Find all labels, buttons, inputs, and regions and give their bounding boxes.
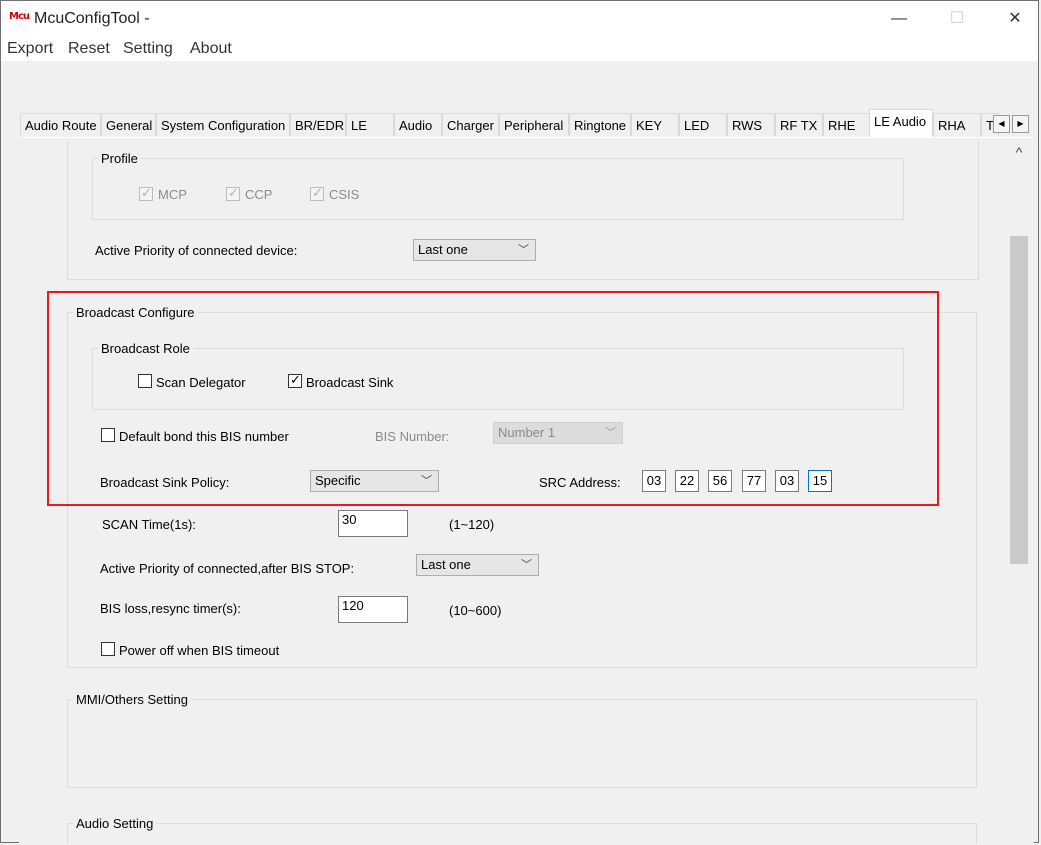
scrollbar-thumb[interactable] xyxy=(1010,236,1028,564)
tab-led[interactable]: LED xyxy=(679,113,727,136)
ccp-label: CCP xyxy=(245,187,273,202)
ccp-checkbox[interactable]: ✓ xyxy=(226,185,240,201)
mcp-checkbox[interactable]: ✓ xyxy=(139,185,153,201)
minimize-button[interactable]: — xyxy=(876,5,922,33)
csis-checkbox[interactable]: ✓ xyxy=(310,185,324,201)
app-logo-icon: Mcu xyxy=(9,11,30,22)
bis-loss-label: BIS loss,resync timer(s): xyxy=(100,601,241,616)
profile-label: Profile xyxy=(98,151,141,166)
chevron-down-icon: ﹀ xyxy=(521,559,532,571)
active-priority-bis-label: Active Priority of connected,after BIS S… xyxy=(100,561,355,576)
menu-reset[interactable]: Reset xyxy=(68,40,110,58)
active-priority-value: Last one xyxy=(418,242,468,257)
bis-loss-input[interactable]: 120 xyxy=(338,596,408,623)
tab-general[interactable]: General xyxy=(101,113,156,136)
active-priority-bis-select[interactable]: Last one ﹀ xyxy=(416,554,539,576)
power-off-checkbox[interactable] xyxy=(101,642,115,656)
menu-export[interactable]: Export xyxy=(7,40,53,58)
title-bar: Mcu McuConfigTool - — ☐ ✕ xyxy=(1,1,1038,37)
highlight-rectangle xyxy=(47,291,939,506)
scan-time-label: SCAN Time(1s): xyxy=(102,517,196,532)
tab-scroll-right-icon[interactable]: ▶ xyxy=(1012,115,1029,133)
active-priority-label: Active Priority of connected device: xyxy=(95,243,298,258)
power-off-label: Power off when BIS timeout xyxy=(119,643,280,658)
tab-system-configuration[interactable]: System Configuration xyxy=(156,113,290,136)
active-priority-bis-value: Last one xyxy=(421,557,471,572)
tab-le-audio[interactable]: LE Audio xyxy=(869,109,933,137)
tab-peripheral[interactable]: Peripheral xyxy=(499,113,569,136)
chevron-down-icon: ﹀ xyxy=(518,244,529,256)
scan-time-input[interactable]: 30 xyxy=(338,510,408,537)
mmi-others-label: MMI/Others Setting xyxy=(73,692,191,707)
tab-key[interactable]: KEY xyxy=(631,113,679,136)
mmi-others-group xyxy=(67,699,977,788)
window-title: McuConfigTool - xyxy=(34,10,150,27)
profile-group xyxy=(92,158,904,220)
scan-time-range: (1~120) xyxy=(449,517,495,532)
menu-bar: Export Reset Setting About xyxy=(1,37,1038,61)
mcp-label: MCP xyxy=(158,187,187,202)
tab-rf-tx[interactable]: RF TX xyxy=(775,113,823,136)
tab-rhe[interactable]: RHE xyxy=(823,113,871,136)
tab-charger[interactable]: Charger xyxy=(442,113,499,136)
tab-rha[interactable]: RHA xyxy=(933,113,981,136)
close-button[interactable]: ✕ xyxy=(992,5,1038,33)
tab-ringtone[interactable]: Ringtone xyxy=(569,113,631,136)
check-mark-icon: ✓ xyxy=(141,185,152,200)
bis-loss-range: (10~600) xyxy=(449,603,502,618)
scroll-up-icon[interactable]: ^ xyxy=(1009,144,1029,160)
tab-audio[interactable]: Audio xyxy=(394,113,442,136)
tab-scroll-left-icon[interactable]: ◀ xyxy=(993,115,1010,133)
audio-setting-group xyxy=(67,823,977,843)
audio-setting-label: Audio Setting xyxy=(73,816,157,831)
check-mark-icon: ✓ xyxy=(228,185,239,200)
menu-setting[interactable]: Setting xyxy=(123,40,173,58)
active-priority-select[interactable]: Last one ﹀ xyxy=(413,239,536,261)
menu-about[interactable]: About xyxy=(190,40,232,58)
csis-label: CSIS xyxy=(329,187,360,202)
tab-audio-route[interactable]: Audio Route xyxy=(20,113,101,136)
check-mark-icon: ✓ xyxy=(312,185,323,200)
tab-br-edr[interactable]: BR/EDR xyxy=(290,113,346,136)
maximize-button[interactable]: ☐ xyxy=(934,5,980,33)
tab-le[interactable]: LE xyxy=(346,113,394,136)
tab-rws[interactable]: RWS xyxy=(727,113,775,136)
